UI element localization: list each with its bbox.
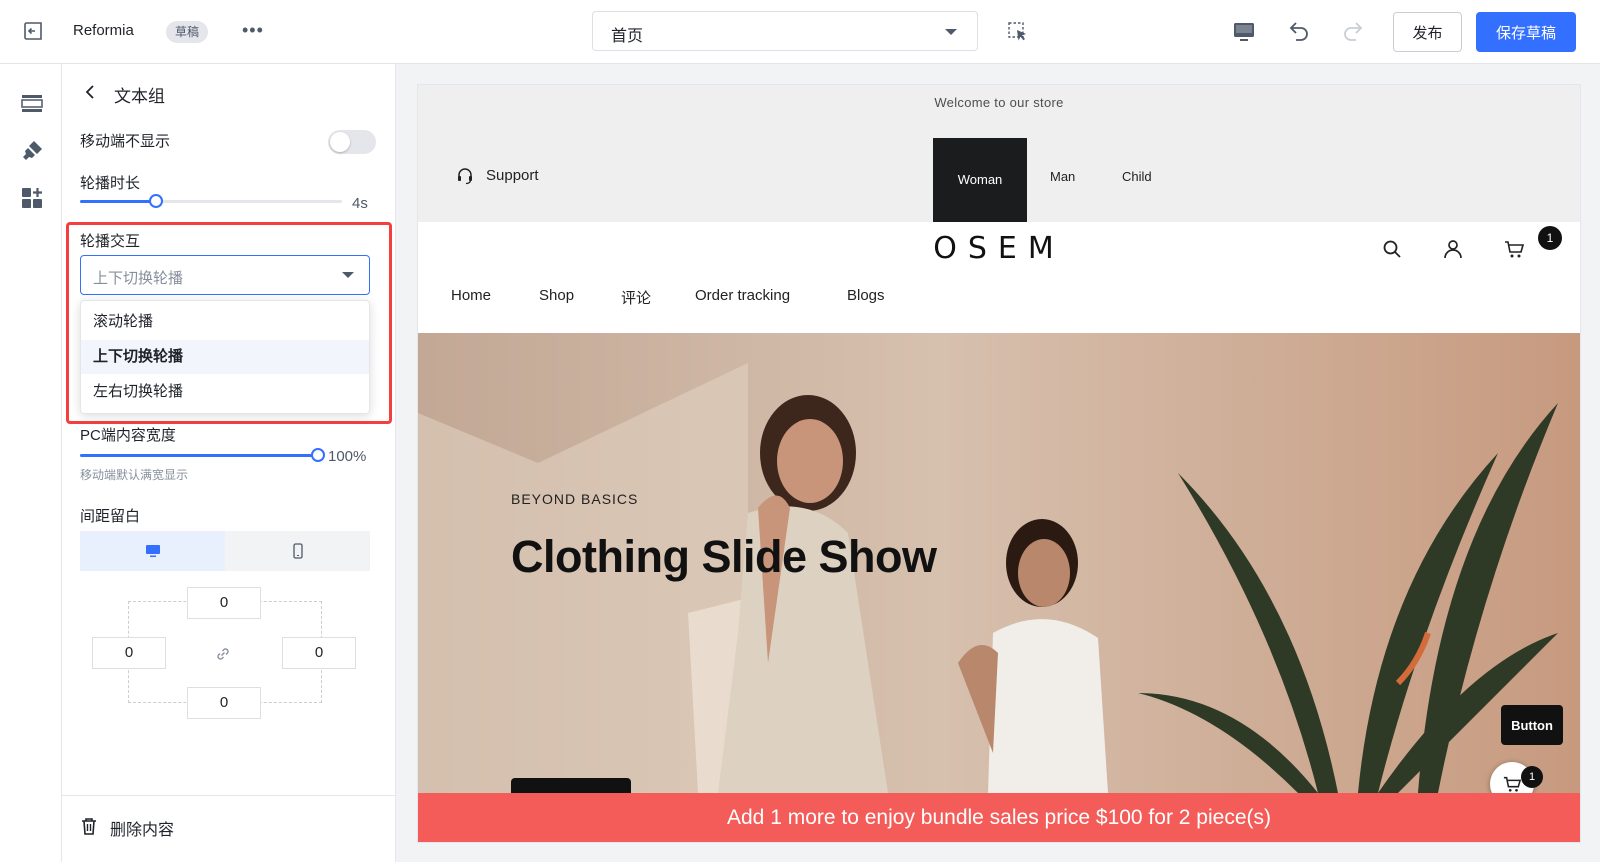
floating-cart-badge: 1 [1521,766,1543,788]
interaction-dropdown: 滚动轮播 上下切换轮播 左右切换轮播 [80,300,370,414]
cart-icon [1503,776,1522,792]
pc-width-value: 100% [328,448,367,465]
category-child[interactable]: Child [1122,169,1152,184]
mobile-icon [293,543,303,559]
panel-title: 文本组 [114,87,165,106]
spacing-label: 间距留白 [80,508,141,525]
support-link[interactable]: Support [486,167,539,184]
hide-mobile-label: 移动端不显示 [80,133,171,150]
mobile-width-hint: 移动端默认满宽显示 [80,468,189,482]
theme-brush-icon[interactable] [20,139,44,163]
toggle-knob [330,132,350,152]
category-woman[interactable]: Woman [933,138,1027,222]
chevron-down-icon [342,272,354,278]
back-chevron-icon[interactable] [82,82,98,102]
slider-thumb[interactable] [149,194,163,208]
add-widget-icon[interactable] [20,186,44,210]
chevron-down-icon [945,29,957,35]
promo-banner[interactable]: Add 1 more to enjoy bundle sales price $… [418,793,1580,842]
publish-button[interactable]: 发布 [1393,12,1462,52]
app-name: Reformia [73,22,134,39]
interaction-select-placeholder: 上下切换轮播 [93,270,184,287]
settings-panel: 文本组 移动端不显示 轮播时长 4s 轮播交互 上下切换轮播 滚动轮播 上下切换… [62,64,396,862]
welcome-text: Welcome to our store [934,95,1064,110]
desktop-view-icon[interactable] [1232,20,1256,44]
undo-icon[interactable] [1287,19,1311,43]
pc-width-label: PC端内容宽度 [80,427,176,444]
spacing-bottom-input[interactable]: 0 [187,687,261,719]
spacing-right-input[interactable]: 0 [282,637,356,669]
redo-icon[interactable] [1341,19,1365,43]
dropdown-option-scroll[interactable]: 滚动轮播 [81,305,369,339]
duration-value: 4s [352,195,368,212]
duration-slider[interactable] [80,191,342,211]
interaction-label: 轮播交互 [80,233,141,250]
nav-blogs[interactable]: Blogs [847,287,885,304]
device-tabs [80,531,370,571]
panel-footer: 删除内容 [62,795,395,862]
dropdown-option-horizontal[interactable]: 左右切换轮播 [81,375,369,409]
save-draft-button[interactable]: 保存草稿 [1476,12,1576,52]
page-select[interactable]: 首页 [592,11,978,51]
nav-home[interactable]: Home [451,287,491,304]
more-menu-icon[interactable]: ••• [242,20,264,41]
nav-shop[interactable]: Shop [539,287,574,304]
headset-icon [458,168,472,185]
left-rail [0,64,62,862]
link-icon[interactable] [214,645,232,663]
cart-count-badge: 1 [1538,226,1562,250]
store-preview: Welcome to our store Support Woman Man C… [418,85,1580,842]
hide-mobile-toggle[interactable] [328,130,376,154]
tab-mobile[interactable] [225,531,370,571]
page-select-value: 首页 [611,28,644,45]
nav-order-tracking[interactable]: Order tracking [695,287,790,304]
store-logo[interactable]: OSEM [418,231,1580,266]
slider-fill [80,454,318,457]
draft-badge: 草稿 [166,21,209,43]
nav-reviews[interactable]: 评论 [621,287,651,308]
delete-content-button[interactable]: 删除内容 [110,816,174,840]
hero-cta-button[interactable] [511,778,631,794]
trash-icon[interactable] [80,816,98,836]
cart-icon[interactable] [1503,238,1525,260]
exit-editor-icon[interactable] [22,20,44,42]
hero-kicker: BEYOND BASICS [511,491,639,507]
category-man[interactable]: Man [1050,169,1075,184]
sections-icon[interactable] [20,91,44,115]
slider-thumb[interactable] [311,448,325,462]
preview-header-bar: Welcome to our store Support Woman Man C… [418,85,1580,222]
select-element-icon[interactable] [1007,21,1029,43]
pc-width-slider[interactable] [80,445,325,465]
spacing-top-input[interactable]: 0 [187,587,261,619]
duration-label: 轮播时长 [80,175,141,192]
top-bar: Reformia 草稿 ••• 首页 发布 保存草稿 [0,0,1600,64]
dropdown-option-vertical[interactable]: 上下切换轮播 [81,340,369,374]
interaction-select[interactable]: 上下切换轮播 [80,255,370,295]
account-icon[interactable] [1442,238,1464,260]
spacing-left-input[interactable]: 0 [92,637,166,669]
slider-fill [80,200,156,203]
desktop-icon [146,545,160,557]
tab-desktop[interactable] [80,531,225,571]
search-icon[interactable] [1381,238,1403,260]
hero-title: Clothing Slide Show [511,531,937,582]
floating-button[interactable]: Button [1501,705,1563,745]
